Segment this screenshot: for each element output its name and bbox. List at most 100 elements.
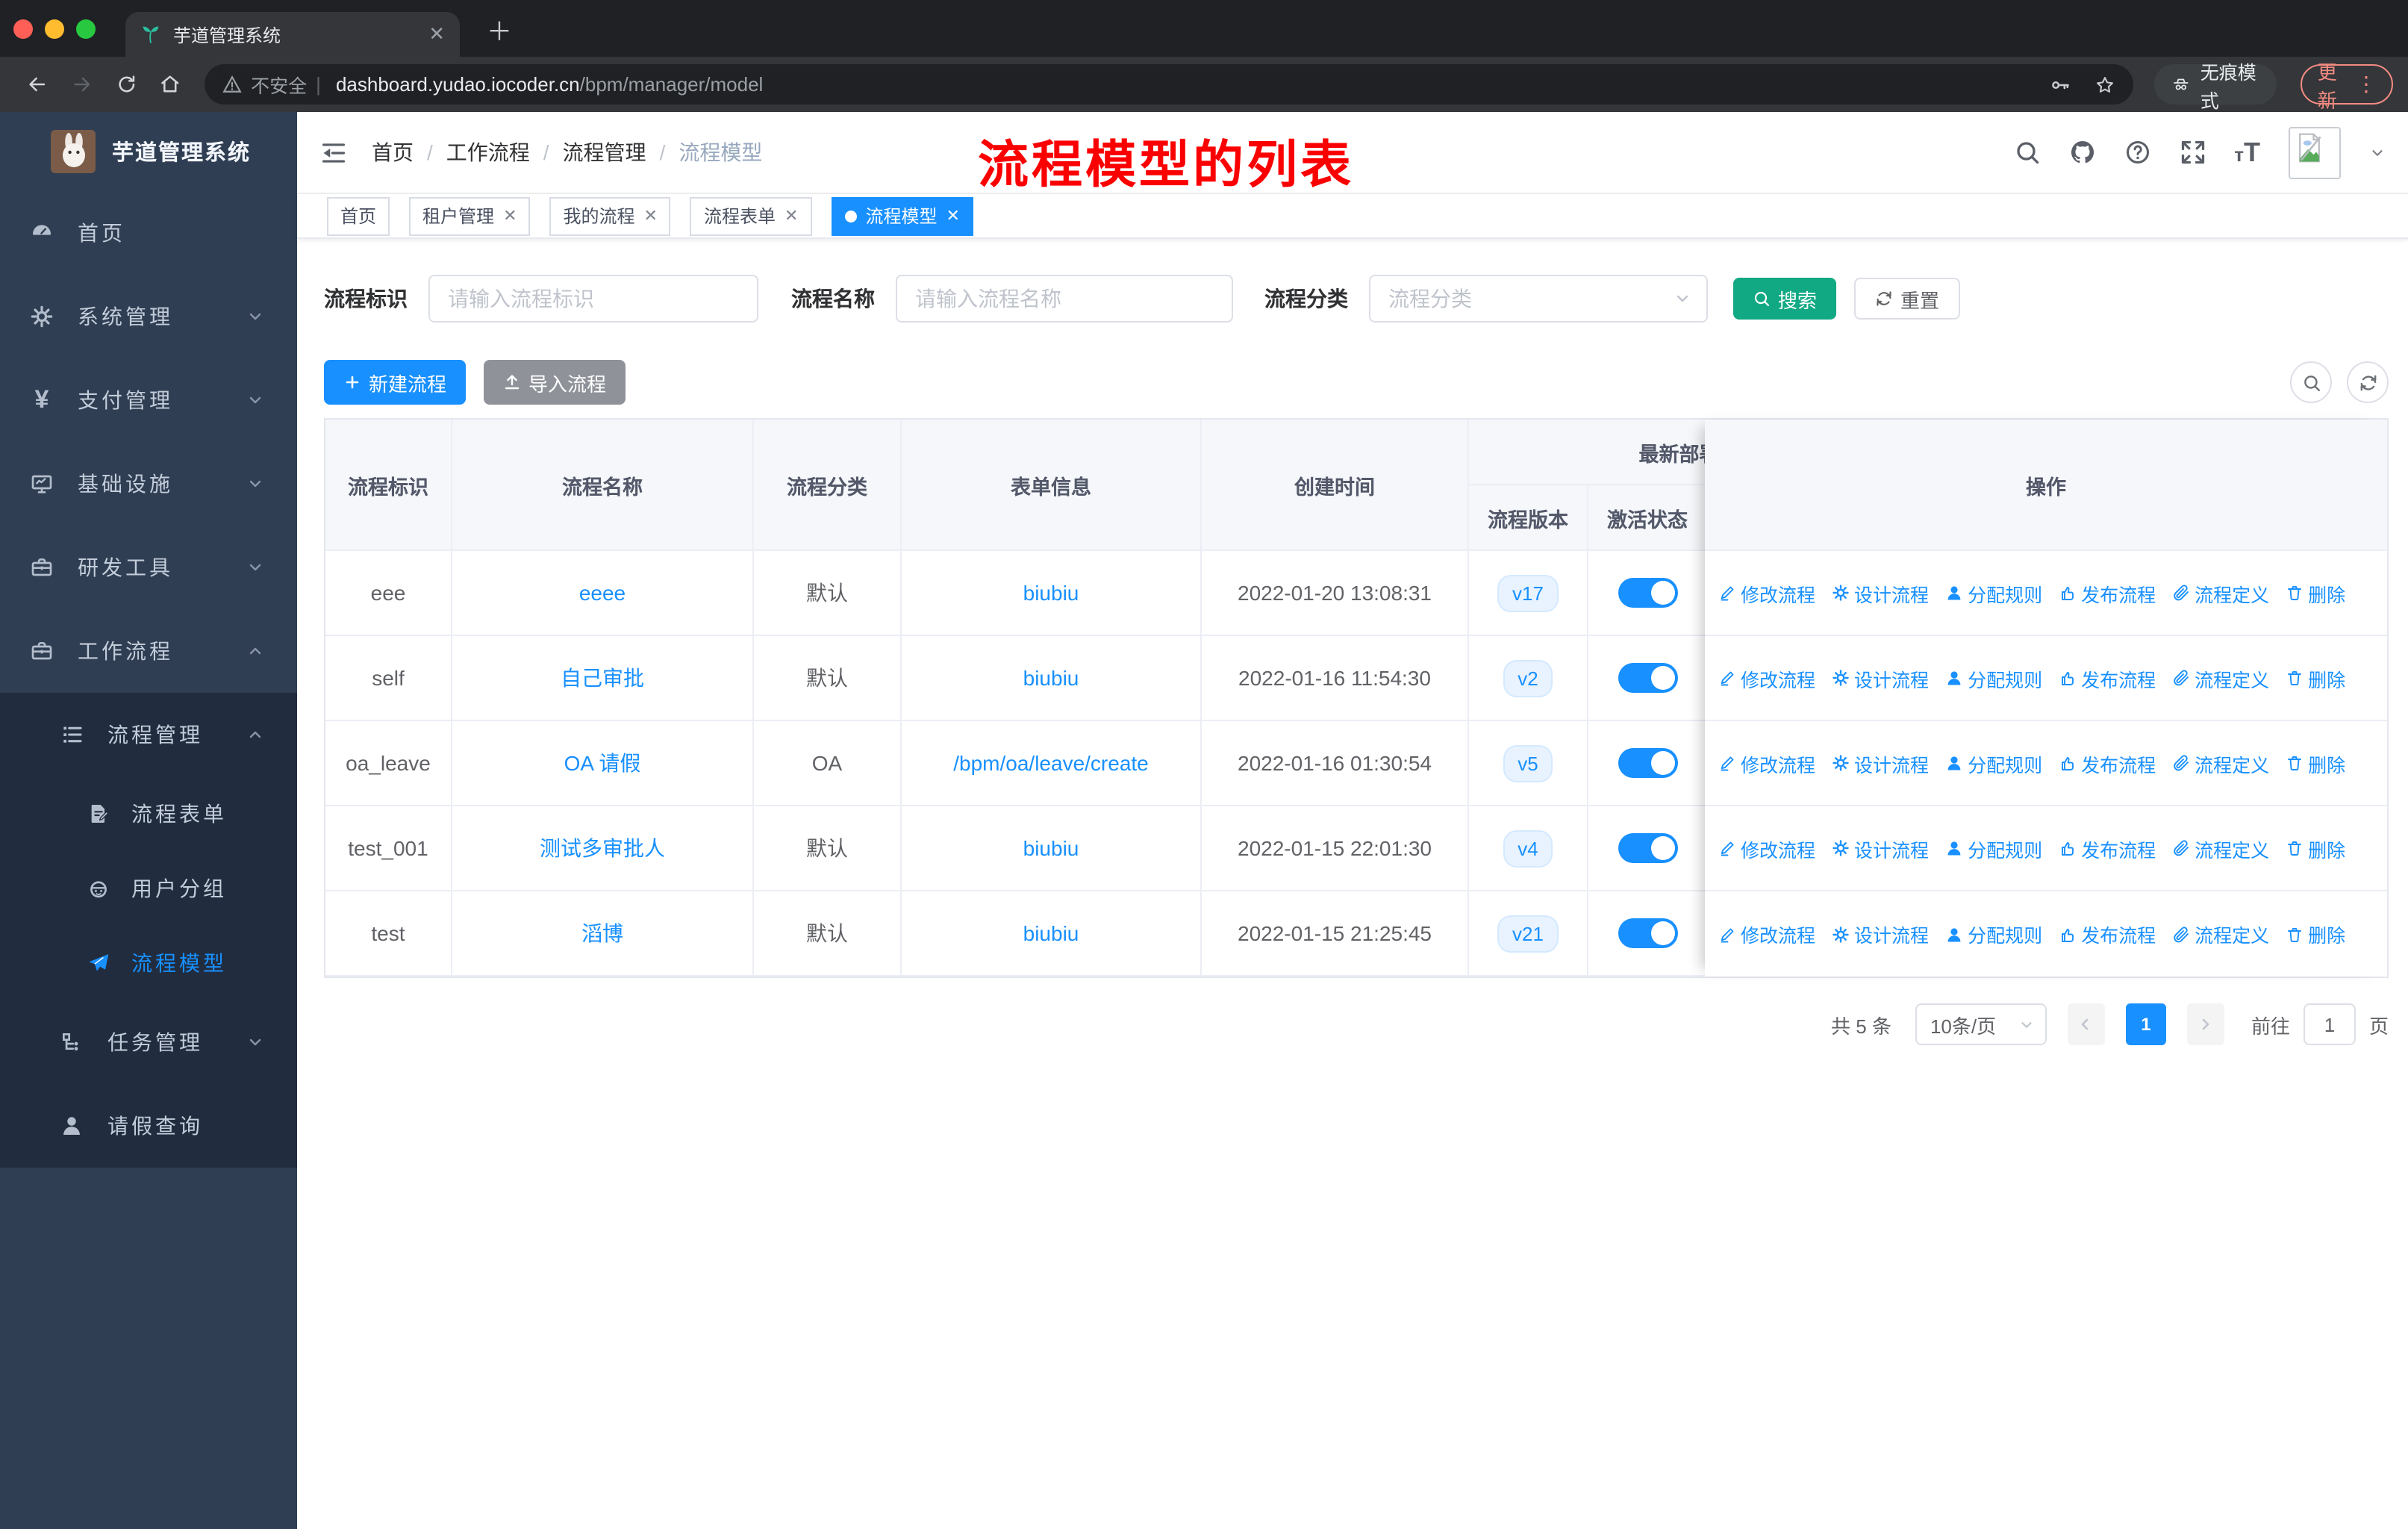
form-info-link[interactable]: biubiu — [1023, 666, 1079, 690]
delete-link[interactable]: 删除 — [2286, 920, 2345, 948]
back-icon[interactable] — [27, 72, 48, 97]
import-process-button[interactable]: 导入流程 — [484, 360, 626, 405]
new-tab-button[interactable]: ＋ — [487, 10, 512, 48]
publish-process-link[interactable]: 发布流程 — [2059, 664, 2156, 692]
next-page-button[interactable] — [2186, 1003, 2224, 1045]
tab-close-icon[interactable]: ✕ — [428, 22, 445, 46]
edit-process-link[interactable]: 修改流程 — [1718, 579, 1815, 607]
close-icon[interactable]: ✕ — [644, 206, 658, 225]
window-minimize-button[interactable] — [45, 19, 64, 39]
assign-rule-link[interactable]: 分配规则 — [1945, 749, 2042, 777]
tag-home[interactable]: 首页 — [327, 196, 390, 235]
address-bar[interactable]: 不安全 | dashboard.yudao.iocoder.cn/bpm/man… — [205, 64, 2134, 105]
browser-menu-icon[interactable]: ⋮ — [2356, 72, 2377, 97]
tag-tenant[interactable]: 租户管理 ✕ — [409, 196, 531, 235]
delete-link[interactable]: 删除 — [2286, 579, 2345, 607]
window-close-button[interactable] — [13, 19, 33, 39]
design-process-link[interactable]: 设计流程 — [1832, 664, 1929, 692]
design-process-link[interactable]: 设计流程 — [1832, 920, 1929, 948]
edit-process-link[interactable]: 修改流程 — [1718, 664, 1815, 692]
search-icon[interactable] — [2013, 139, 2040, 166]
design-process-link[interactable]: 设计流程 — [1832, 834, 1929, 862]
activation-toggle[interactable] — [1618, 748, 1677, 778]
filter-category-select[interactable]: 流程分类 — [1369, 275, 1708, 323]
model-name-link[interactable]: eeee — [579, 581, 626, 605]
sidebar-item-system[interactable]: 系统管理 — [0, 275, 297, 358]
delete-link[interactable]: 删除 — [2286, 749, 2345, 777]
refresh-table-button[interactable] — [2347, 361, 2389, 403]
page-1-button[interactable]: 1 — [2125, 1003, 2166, 1045]
activation-toggle[interactable] — [1618, 918, 1677, 948]
publish-process-link[interactable]: 发布流程 — [2059, 920, 2156, 948]
model-name-link[interactable]: 自己审批 — [561, 666, 644, 690]
tag-my-process[interactable]: 我的流程 ✕ — [549, 196, 671, 235]
process-definition-link[interactable]: 流程定义 — [2172, 749, 2269, 777]
delete-link[interactable]: 删除 — [2286, 834, 2345, 862]
reset-button[interactable]: 重置 — [1854, 278, 1961, 320]
design-process-link[interactable]: 设计流程 — [1832, 579, 1929, 607]
breadcrumb-process-mgmt[interactable]: 流程管理 — [563, 137, 646, 167]
browser-tab[interactable]: 芋道管理系统 ✕ — [125, 12, 460, 57]
forward-icon[interactable] — [72, 72, 93, 97]
font-size-icon[interactable]: тT — [2234, 137, 2260, 168]
form-info-link[interactable]: biubiu — [1023, 921, 1079, 945]
avatar[interactable] — [2289, 126, 2341, 178]
form-info-link[interactable]: biubiu — [1023, 836, 1079, 860]
github-icon[interactable] — [2068, 139, 2095, 166]
edit-process-link[interactable]: 修改流程 — [1718, 834, 1815, 862]
publish-process-link[interactable]: 发布流程 — [2059, 834, 2156, 862]
home-icon[interactable] — [160, 72, 181, 97]
sidebar-item-workflow[interactable]: 工作流程 — [0, 609, 297, 693]
sidebar-item-infra[interactable]: 基础设施 — [0, 442, 297, 526]
sidebar-item-task-mgmt[interactable]: 任务管理 — [0, 1000, 297, 1084]
sidebar-item-process-mgmt[interactable]: 流程管理 — [0, 693, 297, 776]
delete-link[interactable]: 删除 — [2286, 664, 2345, 692]
assign-rule-link[interactable]: 分配规则 — [1945, 834, 2042, 862]
process-definition-link[interactable]: 流程定义 — [2172, 579, 2269, 607]
prev-page-button[interactable] — [2067, 1003, 2105, 1045]
form-info-link[interactable]: biubiu — [1023, 581, 1079, 605]
close-icon[interactable]: ✕ — [946, 206, 959, 225]
reload-icon[interactable] — [116, 72, 137, 97]
tag-process-model[interactable]: 流程模型 ✕ — [831, 196, 973, 235]
sidebar-item-devtools[interactable]: 研发工具 — [0, 526, 297, 609]
close-icon[interactable]: ✕ — [785, 206, 798, 225]
tag-process-form[interactable]: 流程表单 ✕ — [690, 196, 812, 235]
model-name-link[interactable]: 测试多审批人 — [540, 836, 665, 860]
breadcrumb-home[interactable]: 首页 — [372, 137, 414, 167]
sidebar-item-process-model[interactable]: 流程模型 — [0, 926, 297, 1000]
publish-process-link[interactable]: 发布流程 — [2059, 749, 2156, 777]
help-icon[interactable] — [2124, 139, 2150, 166]
sidebar-collapse-icon[interactable] — [319, 138, 348, 166]
sidebar-item-home[interactable]: 首页 — [0, 191, 297, 275]
close-icon[interactable]: ✕ — [503, 206, 517, 225]
avatar-dropdown-caret-icon[interactable] — [2369, 144, 2386, 161]
bookmark-star-icon[interactable] — [2094, 74, 2115, 95]
sidebar-item-user-group[interactable]: 用户分组 — [0, 851, 297, 926]
model-name-link[interactable]: 滔博 — [581, 921, 623, 945]
chrome-update-button[interactable]: 更新 ⋮ — [2301, 60, 2394, 111]
assign-rule-link[interactable]: 分配规则 — [1945, 920, 2042, 948]
publish-process-link[interactable]: 发布流程 — [2059, 579, 2156, 607]
sidebar-item-payment[interactable]: ¥ 支付管理 — [0, 358, 297, 442]
sidebar-item-process-form[interactable]: 流程表单 — [0, 776, 297, 851]
window-zoom-button[interactable] — [76, 19, 96, 39]
goto-page-input[interactable] — [2303, 1003, 2356, 1045]
model-name-link[interactable]: OA 请假 — [564, 751, 641, 775]
toggle-search-button[interactable] — [2290, 361, 2332, 403]
fullscreen-icon[interactable] — [2179, 139, 2206, 166]
assign-rule-link[interactable]: 分配规则 — [1945, 664, 2042, 692]
app-logo-row[interactable]: 芋道管理系统 — [0, 112, 297, 191]
create-process-button[interactable]: 新建流程 — [324, 360, 467, 405]
breadcrumb-workflow[interactable]: 工作流程 — [446, 137, 530, 167]
edit-process-link[interactable]: 修改流程 — [1718, 920, 1815, 948]
design-process-link[interactable]: 设计流程 — [1832, 749, 1929, 777]
process-definition-link[interactable]: 流程定义 — [2172, 664, 2269, 692]
sidebar-item-leave-query[interactable]: 请假查询 — [0, 1084, 297, 1168]
process-definition-link[interactable]: 流程定义 — [2172, 920, 2269, 948]
form-info-link[interactable]: /bpm/oa/leave/create — [953, 751, 1149, 775]
process-definition-link[interactable]: 流程定义 — [2172, 834, 2269, 862]
password-key-icon[interactable] — [2050, 74, 2071, 95]
filter-key-input[interactable] — [428, 275, 758, 323]
edit-process-link[interactable]: 修改流程 — [1718, 749, 1815, 777]
